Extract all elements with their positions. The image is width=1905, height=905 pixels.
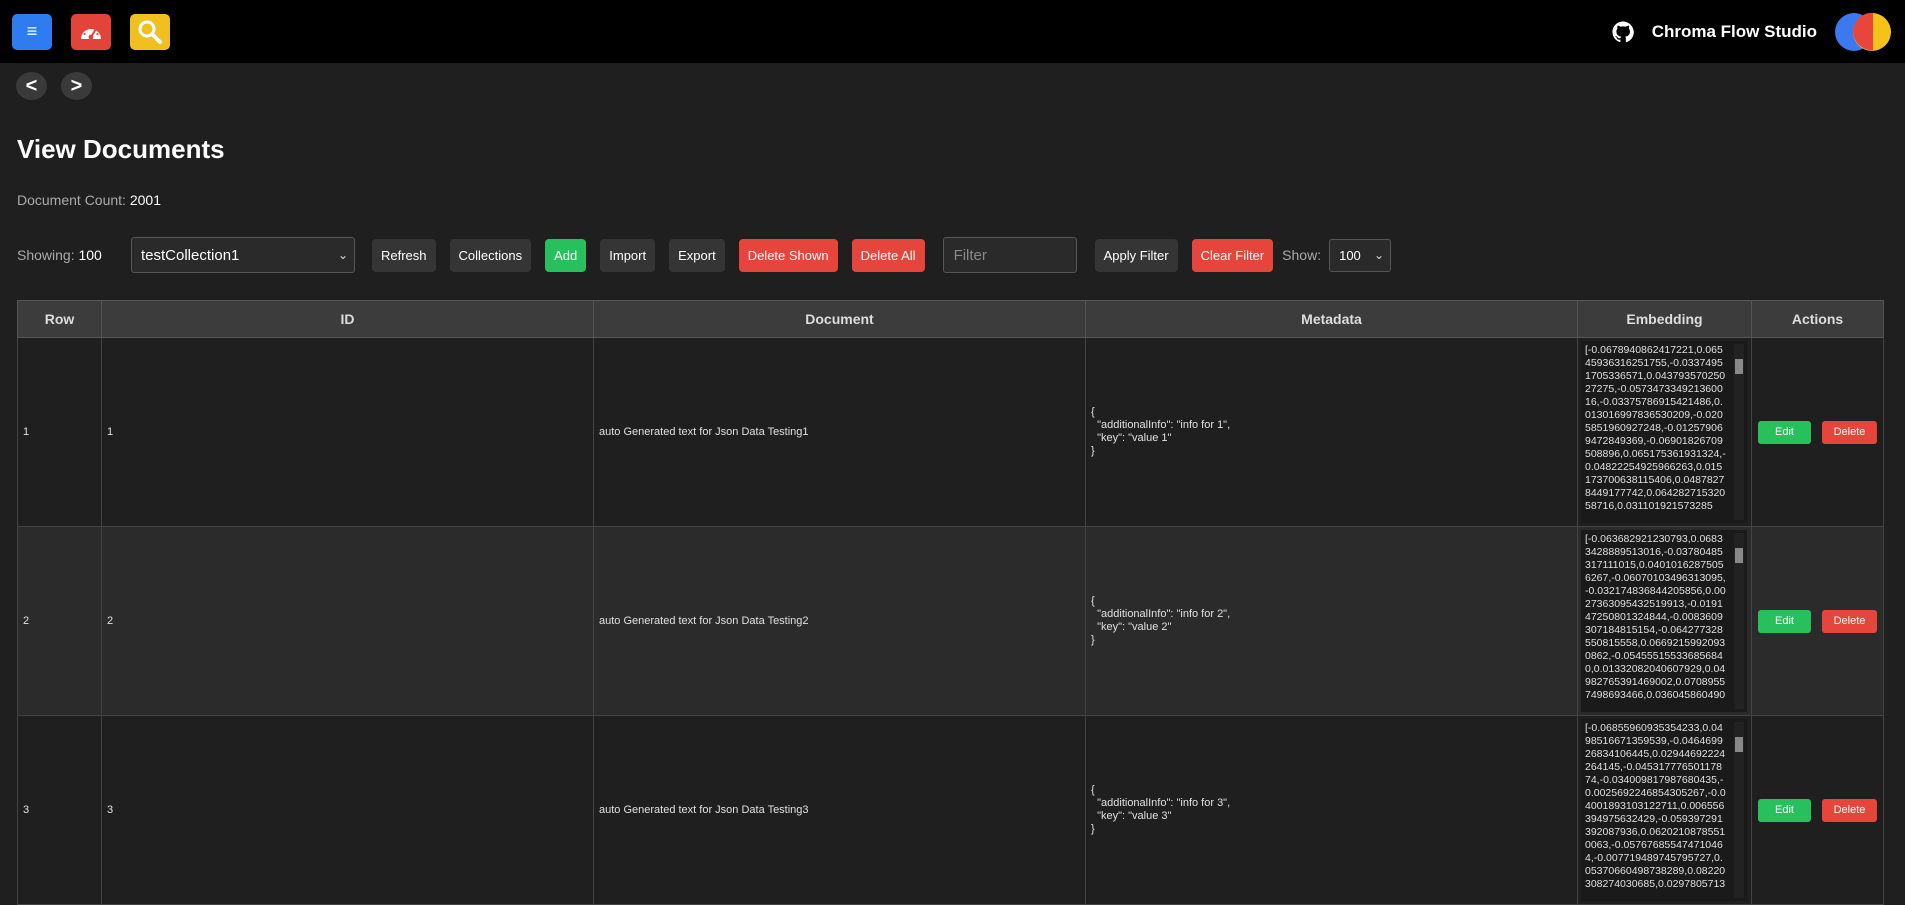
showing-label: Showing: <box>17 247 75 263</box>
github-icon[interactable] <box>1612 20 1634 43</box>
delete-shown-button[interactable]: Delete Shown <box>738 238 838 272</box>
table-header-row: Row ID Document Metadata Embedding Actio… <box>17 300 1884 338</box>
header-row[interactable]: Row <box>17 300 102 338</box>
delete-button[interactable]: Delete <box>1822 798 1877 822</box>
document-count-value: 2001 <box>129 192 161 208</box>
cell-actions: Edit Delete <box>1751 715 1884 905</box>
cell-actions: Edit Delete <box>1751 526 1884 716</box>
documents-table: Row ID Document Metadata Embedding Actio… <box>17 300 1884 905</box>
table-row: 2 2 auto Generated text for Json Data Te… <box>17 526 1884 716</box>
cell-metadata: { "additionalInfo": "info for 2", "key":… <box>1085 526 1578 716</box>
embedding-box[interactable]: [-0.0678940862417221,0.06545936316251755… <box>1581 341 1747 523</box>
search-icon <box>138 20 162 44</box>
add-button[interactable]: Add <box>545 238 587 272</box>
delete-button[interactable]: Delete <box>1822 420 1877 444</box>
embedding-box[interactable]: [-0.063682921230793,0.06833428889513016,… <box>1581 530 1747 712</box>
filter-input[interactable]: Filter <box>942 237 1077 273</box>
cell-document: auto Generated text for Json Data Testin… <box>593 526 1086 716</box>
showing-value: 100 <box>78 247 102 263</box>
showing-count: Showing: 100 <box>17 247 131 263</box>
cell-embedding: [-0.06855960935354233,0.0498516671359539… <box>1577 715 1752 905</box>
embedding-box[interactable]: [-0.06855960935354233,0.0498516671359539… <box>1581 719 1747 901</box>
cell-row: 3 <box>17 715 102 905</box>
top-bar: ≡ Chroma Flow Studio <box>0 0 1905 63</box>
gauge-icon <box>81 25 101 39</box>
cell-embedding: [-0.063682921230793,0.06833428889513016,… <box>1577 526 1752 716</box>
brand-logo <box>1835 12 1891 52</box>
page-size-select[interactable]: 100 ⌄ <box>1329 238 1392 272</box>
cell-row: 1 <box>17 337 102 527</box>
back-button[interactable]: < <box>16 72 47 100</box>
page-title: View Documents <box>17 134 225 164</box>
menu-icon: ≡ <box>26 21 38 41</box>
cell-actions: Edit Delete <box>1751 337 1884 527</box>
embedding-scrollbar[interactable] <box>1734 722 1744 898</box>
edit-button[interactable]: Edit <box>1758 609 1811 633</box>
embedding-text: [-0.063682921230793,0.06833428889513016,… <box>1585 533 1726 701</box>
apply-filter-button[interactable]: Apply Filter <box>1094 238 1178 272</box>
table-row: 1 1 auto Generated text for Json Data Te… <box>17 337 1884 527</box>
edit-button[interactable]: Edit <box>1758 420 1811 444</box>
chevron-down-icon: ⌄ <box>1374 247 1385 262</box>
search-button[interactable] <box>130 13 170 50</box>
delete-all-button[interactable]: Delete All <box>851 238 925 272</box>
history-nav: < > <box>16 72 92 100</box>
toolbar: Showing: 100 testCollection1 ⌄ Refresh C… <box>17 237 1392 273</box>
cell-id: 2 <box>101 526 594 716</box>
table-row: 3 3 auto Generated text for Json Data Te… <box>17 715 1884 905</box>
document-count: Document Count: 2001 <box>17 192 161 208</box>
header-document[interactable]: Document <box>593 300 1086 338</box>
export-button[interactable]: Export <box>669 238 725 272</box>
edit-button[interactable]: Edit <box>1758 798 1811 822</box>
embedding-scrollbar[interactable] <box>1734 344 1744 520</box>
embedding-scrollbar[interactable] <box>1734 533 1744 709</box>
delete-button[interactable]: Delete <box>1822 609 1877 633</box>
brand: Chroma Flow Studio <box>1612 0 1891 63</box>
dashboard-button[interactable] <box>71 13 111 50</box>
header-id[interactable]: ID <box>101 300 594 338</box>
header-metadata[interactable]: Metadata <box>1085 300 1578 338</box>
cell-metadata: { "additionalInfo": "info for 3", "key":… <box>1085 715 1578 905</box>
forward-button[interactable]: > <box>61 72 92 100</box>
collections-button[interactable]: Collections <box>449 238 532 272</box>
clear-filter-button[interactable]: Clear Filter <box>1191 238 1274 272</box>
collection-select[interactable]: testCollection1 ⌄ <box>131 237 355 273</box>
cell-document: auto Generated text for Json Data Testin… <box>593 715 1086 905</box>
cell-id: 3 <box>101 715 594 905</box>
cell-id: 1 <box>101 337 594 527</box>
menu-button[interactable]: ≡ <box>12 13 52 50</box>
embedding-text: [-0.06855960935354233,0.0498516671359539… <box>1585 722 1726 890</box>
header-embedding[interactable]: Embedding <box>1577 300 1752 338</box>
cell-row: 2 <box>17 526 102 716</box>
page-size-value: 100 <box>1339 247 1361 263</box>
collection-select-value: testCollection1 <box>141 246 240 264</box>
document-count-label: Document Count: <box>17 192 126 208</box>
cell-embedding: [-0.0678940862417221,0.06545936316251755… <box>1577 337 1752 527</box>
show-label: Show: <box>1282 247 1322 263</box>
header-actions: Actions <box>1751 300 1884 338</box>
import-button[interactable]: Import <box>600 238 656 272</box>
chevron-down-icon: ⌄ <box>337 248 348 262</box>
cell-document: auto Generated text for Json Data Testin… <box>593 337 1086 527</box>
brand-title: Chroma Flow Studio <box>1651 21 1817 41</box>
refresh-button[interactable]: Refresh <box>372 238 436 272</box>
cell-metadata: { "additionalInfo": "info for 1", "key":… <box>1085 337 1578 527</box>
embedding-text: [-0.0678940862417221,0.06545936316251755… <box>1585 344 1726 512</box>
